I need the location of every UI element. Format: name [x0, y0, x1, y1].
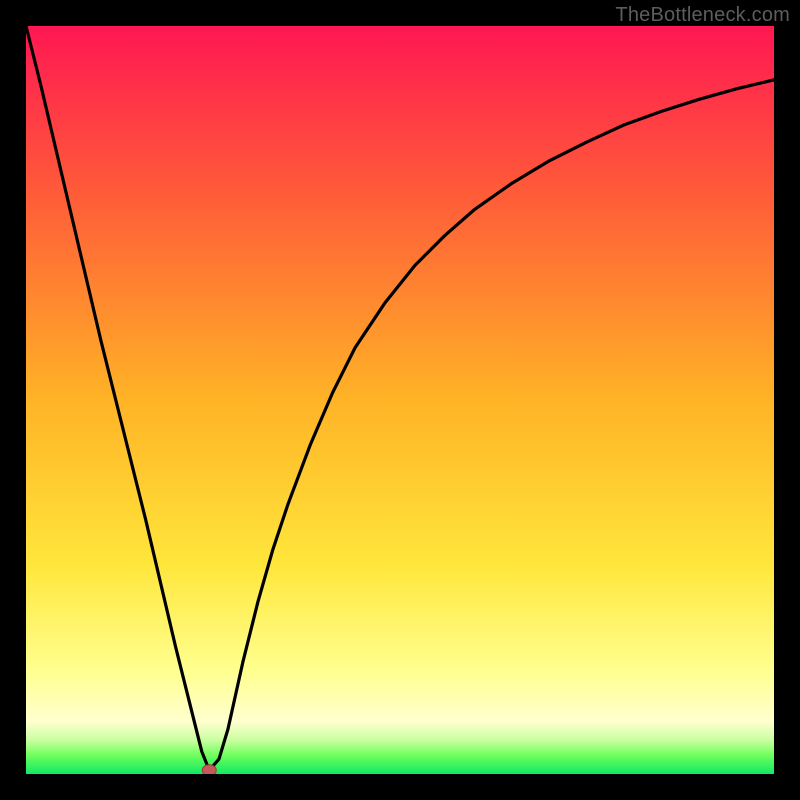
- chart-svg: [26, 26, 774, 774]
- plot-area: [26, 26, 774, 774]
- gradient-background: [26, 26, 774, 774]
- watermark-text: TheBottleneck.com: [615, 4, 790, 27]
- chart-frame: TheBottleneck.com: [0, 0, 800, 800]
- minimum-marker: [202, 765, 216, 774]
